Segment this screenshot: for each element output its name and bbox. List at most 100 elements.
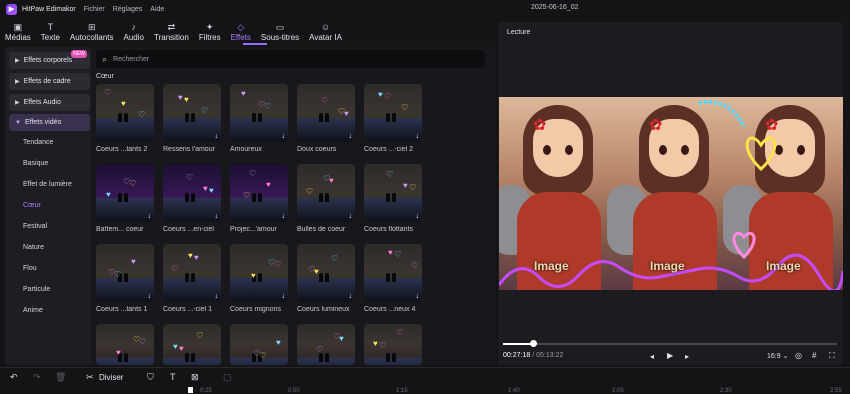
search-input[interactable]: ⌕ Rechercher xyxy=(96,50,485,68)
tab-effets[interactable]: ◇ Effets xyxy=(226,18,256,45)
progress-handle[interactable] xyxy=(530,340,538,347)
heart-icon: ♥ xyxy=(188,251,193,260)
effect-card[interactable]: ♡ ♡ ♥ ↓ xyxy=(364,244,422,302)
tab-autocollants[interactable]: ⊞ Autocollants xyxy=(65,18,119,45)
category-effets-video[interactable]: ▼ Effets vidéo xyxy=(9,114,90,131)
split-button[interactable]: Diviser xyxy=(99,373,123,382)
effect-card[interactable]: ♥ ♡ ♡ xyxy=(297,324,355,365)
category-effets-de-cadre[interactable]: ▶ Effets de cadre xyxy=(9,73,90,90)
effect-card[interactable]: ♥ ♡ ♥ ↓ xyxy=(163,84,221,142)
download-icon[interactable]: ↓ xyxy=(215,133,219,140)
video-preview[interactable]: ✿ ✿ ✿ Image Image Image xyxy=(499,97,843,290)
shield-icon[interactable]: ⛉ xyxy=(147,372,154,383)
effect-card[interactable]: ♡ ♡ ♥ ↓ xyxy=(364,84,422,142)
heart-icon: ♥ xyxy=(106,190,111,199)
download-icon[interactable]: ↓ xyxy=(416,213,420,220)
subcategory-anime[interactable]: Anime xyxy=(23,307,43,314)
effect-card[interactable]: ♥ ♡ ♥ ↓ xyxy=(163,164,221,222)
download-icon[interactable]: ↓ xyxy=(349,213,353,220)
tab-texte[interactable]: T Texte xyxy=(36,18,65,45)
delete-icon[interactable]: 🗑 xyxy=(55,372,66,383)
effect-card-label: Coeurs ...tants 2 xyxy=(96,146,148,153)
effect-card[interactable]: ♥ ♡ ♥ ↓ xyxy=(163,244,221,302)
aspect-ratio-select[interactable]: 16:9 ⌄ xyxy=(767,352,788,360)
download-icon[interactable]: ↓ xyxy=(215,213,219,220)
download-icon[interactable]: ↓ xyxy=(416,293,420,300)
time-display: 00:27:18 / 05:13:22 xyxy=(503,352,564,359)
effect-card[interactable]: ♡ ♥ ♡ ↓ xyxy=(96,244,154,302)
image-tool-icon[interactable]: ▢ xyxy=(223,372,232,383)
download-icon[interactable]: ↓ xyxy=(148,213,152,220)
heart-icon: ♥ xyxy=(403,181,408,190)
download-icon[interactable]: ↓ xyxy=(282,293,286,300)
effect-card[interactable]: ♥ ♡ ♡ ↓ xyxy=(297,244,355,302)
effect-card[interactable]: ♡ ♥ ♡ ↓ xyxy=(96,164,154,222)
tab-avatar-ia[interactable]: ☺ Avatar IA xyxy=(304,18,347,45)
heart-icon: ♥ xyxy=(276,338,281,347)
heart-icon: ♡ xyxy=(243,191,251,200)
download-icon[interactable]: ↓ xyxy=(349,293,353,300)
effect-card[interactable]: ♡ ♥ ♡ xyxy=(230,324,288,365)
couple-silhouette xyxy=(317,192,335,202)
scissors-icon[interactable]: ✂ xyxy=(86,372,94,383)
fullscreen-icon[interactable]: ⛶ xyxy=(829,351,835,361)
text-icon: T xyxy=(47,21,54,32)
redo-icon[interactable]: ↷ xyxy=(33,372,41,383)
effect-card[interactable]: ♡ ♥ ♡ xyxy=(96,84,154,142)
download-icon[interactable]: ↓ xyxy=(282,133,286,140)
download-icon[interactable]: ↓ xyxy=(282,213,286,220)
tab-audio[interactable]: ♪ Audio xyxy=(119,18,149,45)
subcategory-festival[interactable]: Festival xyxy=(23,223,47,230)
tab-filtres[interactable]: ✦ Filtres xyxy=(194,18,226,45)
heart-icon: ♡ xyxy=(201,106,209,115)
progress-track[interactable] xyxy=(503,343,837,345)
step-back-icon[interactable]: ◂ xyxy=(650,352,654,361)
subcategory-particule[interactable]: Particule xyxy=(23,286,50,293)
tab-medias[interactable]: ▣ Médias xyxy=(0,18,36,45)
subcategory-basique[interactable]: Basique xyxy=(23,160,48,167)
subcategory-flou[interactable]: Flou xyxy=(23,265,37,272)
heart-icon: ♡ xyxy=(249,169,257,178)
step-forward-icon[interactable]: ▸ xyxy=(685,352,689,361)
crop-icon[interactable]: ⊠ xyxy=(191,372,199,383)
effect-card[interactable]: ♡ ♥ ♡ ↓ xyxy=(230,164,288,222)
download-icon[interactable]: ↓ xyxy=(349,133,353,140)
effect-card[interactable]: ♥ ♡ ♡ ↓ xyxy=(297,164,355,222)
subcategory-coeur[interactable]: Cœur xyxy=(23,202,41,209)
effect-card[interactable]: ♡ ♡ ♥ xyxy=(364,324,422,365)
download-icon[interactable]: ↓ xyxy=(148,293,152,300)
menu-fichier[interactable]: Fichier xyxy=(84,6,105,13)
effect-card[interactable]: ♥ ♡ ♡ ↓ xyxy=(297,84,355,142)
music-icon: ♪ xyxy=(131,21,137,32)
tab-sous-titres[interactable]: ▭ Sous-titres xyxy=(256,18,304,45)
subcategory-nature[interactable]: Nature xyxy=(23,244,44,251)
text-tool-icon[interactable]: T xyxy=(170,372,176,382)
snapshot-icon[interactable]: ◎ xyxy=(795,351,802,360)
effect-card[interactable]: ♥ ♡ ♥ xyxy=(163,324,221,365)
grid-icon[interactable]: # xyxy=(812,351,816,360)
effect-card[interactable]: ♡ ♡ ♥ ↓ xyxy=(364,164,422,222)
subcategory-effet-de-lumiere[interactable]: Effet de lumière xyxy=(23,181,72,188)
menu-aide[interactable]: Aide xyxy=(150,6,164,13)
effects-icon: ◇ xyxy=(237,21,245,32)
undo-icon[interactable]: ↶ xyxy=(10,372,18,383)
caret-right-icon: ▶ xyxy=(15,79,20,85)
category-effets-audio[interactable]: ▶ Effets Audio xyxy=(9,94,90,111)
tab-transition[interactable]: ⇄ Transition xyxy=(149,18,194,45)
playhead[interactable] xyxy=(188,387,193,393)
ruler-tick-label: 0:50 xyxy=(288,388,300,394)
effect-card[interactable]: ♡ ♥ ♡ ↓ xyxy=(230,244,288,302)
download-icon[interactable]: ↓ xyxy=(215,293,219,300)
menu-reglages[interactable]: Réglages xyxy=(113,6,143,13)
download-icon[interactable]: ↓ xyxy=(416,133,420,140)
heart-icon: ♡ xyxy=(308,265,316,274)
effect-card[interactable]: ♡ ♥ ♡ xyxy=(96,324,154,365)
heart-icon: ♥ xyxy=(203,184,208,193)
image-watermark: Image xyxy=(766,259,801,273)
subcategory-tendance[interactable]: Tendance xyxy=(23,139,53,146)
heart-icon: ♡ xyxy=(401,103,409,112)
play-icon[interactable]: ▶ xyxy=(667,351,673,360)
effect-card[interactable]: ♡ ♥ ♡ ↓ xyxy=(230,84,288,142)
caret-right-icon: ▶ xyxy=(15,58,20,64)
heart-icon: ♡ xyxy=(338,107,346,116)
